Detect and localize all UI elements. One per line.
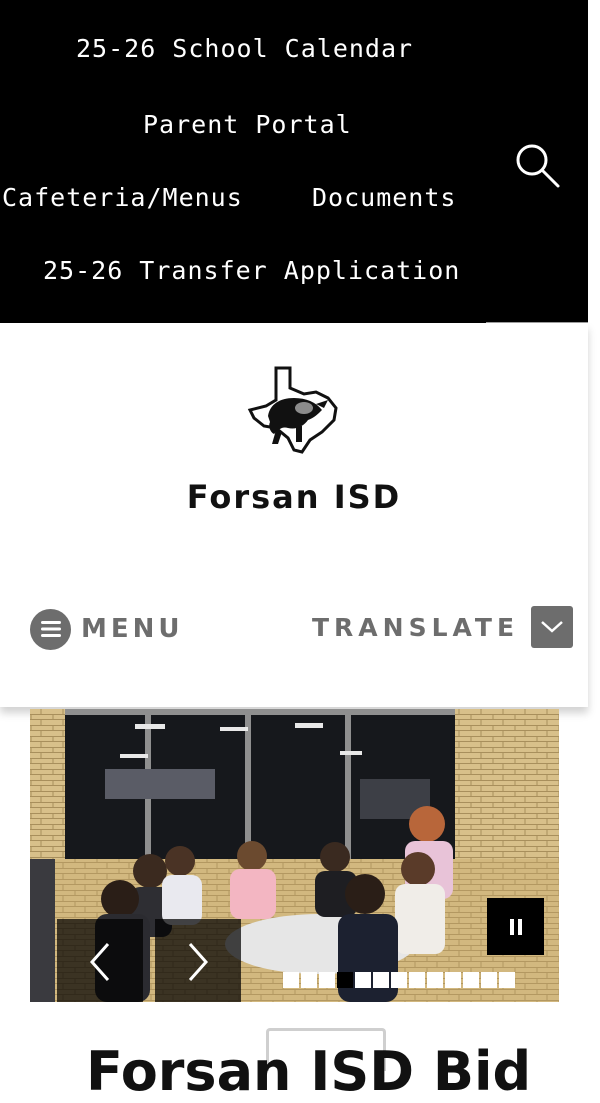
menu-button[interactable]: MENU [30, 608, 184, 650]
top-nav-link-documents[interactable]: Documents [312, 183, 456, 212]
top-nav-link-parent-portal[interactable]: Parent Portal [143, 110, 352, 139]
chevron-right-icon [188, 943, 209, 981]
section-heading: Forsan ISD Bid [86, 1040, 532, 1103]
top-nav-link-transfer-application[interactable]: 25-26 Transfer Application [43, 256, 460, 285]
slide-dot[interactable] [283, 972, 299, 988]
slideshow-pagination [283, 972, 515, 988]
slide-dot-active[interactable] [337, 972, 353, 988]
photo-slideshow [30, 709, 559, 1002]
top-nav-bar: 25-26 School Calendar Parent Portal Cafe… [0, 0, 588, 323]
slideshow-next-button[interactable] [155, 919, 241, 1002]
texas-bison-logo [247, 366, 338, 454]
search-icon [516, 144, 560, 188]
pause-icon [509, 918, 522, 935]
menu-label: MENU [81, 614, 184, 644]
site-title[interactable]: Forsan ISD [0, 478, 588, 516]
slide-dot[interactable] [445, 972, 461, 988]
chevron-down-icon [531, 606, 574, 648]
translate-button[interactable]: TRANSLATE [312, 606, 574, 648]
slideshow-pause-button[interactable] [487, 898, 544, 955]
hamburger-icon [30, 608, 71, 650]
slide-dot[interactable] [481, 972, 497, 988]
slideshow-prev-button[interactable] [57, 919, 143, 1002]
site-logo[interactable] [246, 364, 342, 456]
slide-dot[interactable] [463, 972, 479, 988]
search-button[interactable] [510, 140, 562, 192]
slide-dot[interactable] [355, 972, 371, 988]
slide-dot[interactable] [499, 972, 515, 988]
slide-dot[interactable] [319, 972, 335, 988]
slide-dot[interactable] [391, 972, 407, 988]
slide-dot[interactable] [409, 972, 425, 988]
top-nav-link-cafeteria-menus[interactable]: Cafeteria/Menus [2, 183, 243, 212]
translate-label: TRANSLATE [312, 612, 520, 642]
chevron-left-icon [89, 943, 110, 981]
slide-dot[interactable] [301, 972, 317, 988]
slide-dot[interactable] [373, 972, 389, 988]
top-nav-link-school-calendar[interactable]: 25-26 School Calendar [76, 34, 413, 63]
slide-dot[interactable] [427, 972, 443, 988]
